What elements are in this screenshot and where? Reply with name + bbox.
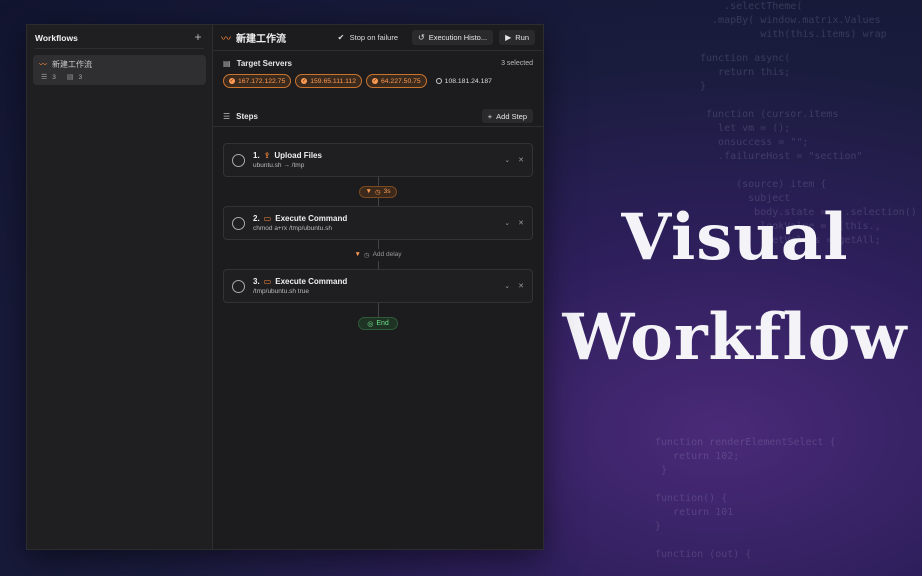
workflow-name: 新建工作流 [52, 60, 92, 69]
check-circle-icon: ✓ [229, 78, 235, 84]
hero-title-line1: Visual [621, 200, 849, 275]
step-connector: ▼ ◷ 3s [223, 177, 533, 206]
target-servers-title: Target Servers [236, 58, 292, 68]
stop-on-failure-checkbox[interactable]: ✔ Stop on failure [338, 33, 398, 42]
funnel-icon: ▼ [354, 251, 361, 258]
sidebar: Workflows + 〰 新建工作流 ☰ 3 ▤ 3 [27, 25, 213, 549]
server-ip: 167.172.122.75 [238, 77, 286, 85]
clock-icon: ◷ [363, 251, 370, 259]
checkmark-icon: ✔ [337, 33, 345, 42]
check-circle-icon: ✓ [371, 78, 378, 84]
close-icon[interactable]: ✕ [518, 282, 524, 290]
workflow-servers-count: 3 [78, 73, 83, 81]
add-step-button[interactable]: + Add Step [481, 109, 533, 123]
step-title: Execute Command [275, 214, 348, 223]
workflow-steps-count: 3 [52, 73, 56, 81]
terminal-icon: ▭ [263, 214, 272, 223]
target-servers-section: ▤ Target Servers 3 selected ✓ 167.172.12… [213, 51, 543, 127]
server-ip: 159.65.111.112 [310, 77, 356, 85]
funnel-icon: ▼ [365, 188, 372, 195]
list-icon: ☰ [41, 74, 48, 81]
server-chip[interactable]: 108.181.24.187 [431, 74, 497, 88]
server-chip[interactable]: ✓ 167.172.122.75 [223, 74, 292, 88]
connector-line [378, 303, 379, 318]
hero-title-line2: Workflow [562, 300, 908, 375]
close-icon[interactable]: ✕ [518, 219, 524, 227]
terminal-icon: ▭ [263, 277, 272, 286]
step-radio[interactable] [232, 153, 245, 167]
app-window: Workflows + 〰 新建工作流 ☰ 3 ▤ 3 〰 新建工作流 ✔ St… [26, 24, 544, 550]
check-circle-icon: ◎ [367, 320, 374, 328]
step-card[interactable]: 2. ▭ Execute Command chmod a+rx /tmp/ubu… [223, 206, 533, 240]
toolbar: 〰 新建工作流 ✔ Stop on failure ↺ Execution Hi… [213, 25, 543, 51]
run-button[interactable]: ▶ Run [499, 30, 535, 45]
step-connector: ◎ End [223, 303, 533, 332]
execution-history-button[interactable]: ↺ Execution Histo... [412, 30, 494, 45]
workflow-logo-icon: 〰 [39, 60, 47, 69]
check-circle-icon: ✓ [301, 78, 308, 84]
plus-icon[interactable]: + [192, 31, 204, 44]
add-delay-button[interactable]: ▼ ◷ Add delay [350, 248, 406, 261]
sidebar-title: Workflows [35, 32, 78, 43]
delay-value: 3s [383, 188, 391, 195]
close-icon[interactable]: ✕ [518, 156, 524, 164]
step-connector: ▼ ◷ Add delay [223, 240, 533, 269]
workflow-item[interactable]: 〰 新建工作流 ☰ 3 ▤ 3 [33, 55, 206, 85]
circle-icon [435, 78, 442, 84]
plus-icon: + [487, 111, 493, 121]
server-chip[interactable]: ✓ 64.227.50.75 [365, 74, 427, 88]
chevron-down-icon[interactable]: ⌄ [504, 156, 510, 164]
step-subtitle: /tmp/ubuntu.sh true [253, 288, 310, 295]
main-panel: 〰 新建工作流 ✔ Stop on failure ↺ Execution Hi… [213, 25, 543, 549]
server-chips: ✓ 167.172.122.75 ✓ 159.65.111.112 ✓ 64.2… [223, 74, 533, 88]
history-icon: ↺ [418, 33, 425, 42]
step-title: Upload Files [274, 151, 322, 160]
step-radio[interactable] [232, 216, 245, 230]
play-icon: ▶ [505, 33, 512, 42]
server-icon: ▤ [66, 74, 74, 81]
stop-on-failure-label: Stop on failure [349, 33, 399, 42]
chevron-down-icon[interactable]: ⌄ [504, 219, 510, 227]
step-card[interactable]: 3. ▭ Execute Command /tmp/ubuntu.sh true… [223, 269, 533, 303]
step-title: Execute Command [275, 277, 348, 286]
execution-history-label: Execution Histo... [428, 33, 488, 42]
add-delay-label: Add delay [372, 251, 402, 258]
upload-file-icon: ⇪ [263, 151, 271, 160]
step-radio[interactable] [232, 279, 245, 293]
list-icon: ☰ [223, 111, 231, 121]
steps-title: Steps [236, 111, 258, 121]
workflow-logo-icon: 〰 [221, 34, 231, 45]
server-ip: 108.181.24.187 [444, 77, 492, 85]
step-number: 3. [253, 277, 260, 286]
workflow-title[interactable]: 新建工作流 [236, 30, 338, 45]
chevron-down-icon[interactable]: ⌄ [504, 282, 510, 290]
step-subtitle: chmod a+rx /tmp/ubuntu.sh [253, 225, 332, 232]
step-card[interactable]: 1. ⇪ Upload Files ubuntu.sh → /tmp ⌄ ✕ [223, 143, 533, 177]
clock-icon: ◷ [374, 188, 381, 196]
end-pill: ◎ End [358, 317, 398, 330]
step-number: 2. [253, 214, 260, 223]
step-subtitle: ubuntu.sh → /tmp [253, 162, 305, 169]
steps-flow: 1. ⇪ Upload Files ubuntu.sh → /tmp ⌄ ✕ ▼… [213, 127, 543, 338]
sidebar-header: Workflows + [35, 29, 204, 49]
server-chip[interactable]: ✓ 159.65.111.112 [295, 74, 362, 88]
server-icon: ▤ [223, 58, 231, 68]
end-label: End [376, 320, 389, 327]
server-ip: 64.227.50.75 [380, 77, 421, 85]
run-label: Run [515, 33, 529, 42]
servers-selected-count: 3 selected [501, 59, 533, 67]
background-code: function renderElementSelect { return 10… [655, 437, 836, 560]
delay-pill[interactable]: ▼ ◷ 3s [358, 185, 398, 198]
add-step-label: Add Step [496, 111, 527, 121]
background-code: .selectTheme( .mapBy( window.matrix.Valu… [712, 1, 887, 40]
step-number: 1. [253, 151, 260, 160]
